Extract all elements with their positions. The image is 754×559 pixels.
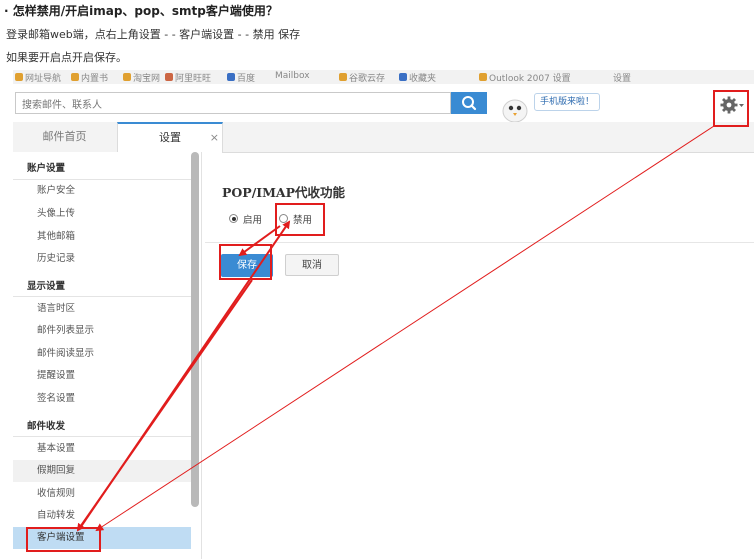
radio-enable[interactable]: [229, 214, 238, 223]
annotation-box-gear: [713, 90, 749, 127]
sidebar-item-signature[interactable]: 签名设置: [13, 388, 191, 410]
search-icon: [462, 96, 477, 111]
sidebar-item-account-security[interactable]: 账户安全: [13, 180, 191, 202]
sidebar-item-vacation-reply[interactable]: 假期回复: [13, 460, 191, 482]
annotation-box-client-settings: [26, 527, 101, 552]
annotation-box-disable: [275, 203, 325, 236]
sidebar-section-title: 邮件收发: [27, 421, 66, 432]
bookmark-item[interactable]: 设置: [613, 71, 631, 84]
sidebar-scrollbar[interactable]: [191, 152, 199, 507]
bookmark-item[interactable]: 内置书: [81, 71, 108, 84]
article-step-2: 如果要开启点开启保存。: [6, 51, 127, 64]
radio-enable-label[interactable]: 启用: [243, 212, 262, 226]
cancel-button[interactable]: 取消: [285, 254, 339, 276]
tab-bar: 邮件首页 设置 ×: [13, 122, 754, 153]
divider: [13, 436, 191, 437]
bookmark-item[interactable]: 收藏夹: [409, 71, 436, 84]
sidebar-item-list-display[interactable]: 邮件列表显示: [13, 320, 191, 342]
sidebar-item-avatar-upload[interactable]: 头像上传: [13, 203, 191, 225]
bookmark-item[interactable]: Mailbox: [275, 71, 310, 81]
tab-settings[interactable]: 设置 ×: [117, 122, 223, 153]
tab-mail-home[interactable]: 邮件首页: [13, 122, 116, 152]
close-icon[interactable]: ×: [210, 124, 219, 152]
sidebar-item-reminder[interactable]: 提醒设置: [13, 365, 191, 387]
bookmark-item[interactable]: 网址导航: [25, 71, 61, 84]
search-button[interactable]: [451, 92, 487, 114]
settings-sidebar: 账户设置 账户安全 头像上传 其他邮箱 历史记录 显示设置 语言时区 邮件列表显…: [13, 152, 202, 559]
sidebar-item-read-display[interactable]: 邮件阅读显示: [13, 343, 191, 365]
pop-imap-section-title: POP/IMAP代收功能: [222, 185, 346, 200]
sidebar-item-receive-rules[interactable]: 收信规则: [13, 483, 191, 505]
annotation-box-save: [219, 244, 272, 280]
bookmark-item[interactable]: Outlook 2007 设置: [489, 71, 571, 84]
article-title: · 怎样禁用/开启imap、pop、smtp客户端使用？: [4, 4, 278, 18]
sidebar-item-auto-forward[interactable]: 自动转发: [13, 505, 191, 527]
article-step-1: 登录邮箱web端，点右上角设置 - - 客户端设置 - - 禁用 保存: [6, 28, 301, 41]
sidebar-item-other-mailbox[interactable]: 其他邮箱: [13, 226, 191, 248]
sidebar-item-basic-settings[interactable]: 基本设置: [13, 438, 191, 460]
bookmark-item[interactable]: 阿里旺旺: [175, 71, 211, 84]
tab-settings-label: 设置: [159, 131, 181, 144]
divider: [13, 296, 191, 297]
sidebar-section-title: 账户设置: [27, 163, 66, 174]
bookmark-item[interactable]: 百度: [237, 71, 255, 84]
mail-topbar: 手机版来啦！: [13, 84, 754, 122]
bookmark-item[interactable]: 谷歌云存: [349, 71, 385, 84]
search-input[interactable]: [20, 95, 444, 116]
sidebar-item-language-timezone[interactable]: 语言时区: [13, 298, 191, 320]
bookmarks-bar: 网址导航 内置书 淘宝网 阿里旺旺 百度 Mailbox 谷歌云存 收藏夹 Ou…: [13, 70, 754, 84]
bookmark-item[interactable]: 淘宝网: [133, 71, 160, 84]
mascot-icon: [502, 99, 528, 122]
radio-dot: [231, 216, 236, 221]
divider: [205, 242, 754, 243]
sidebar-item-history[interactable]: 历史记录: [13, 248, 191, 270]
sidebar-section-title: 显示设置: [27, 281, 66, 292]
mobile-version-badge[interactable]: 手机版来啦！: [534, 93, 601, 111]
search-box[interactable]: [15, 92, 451, 116]
